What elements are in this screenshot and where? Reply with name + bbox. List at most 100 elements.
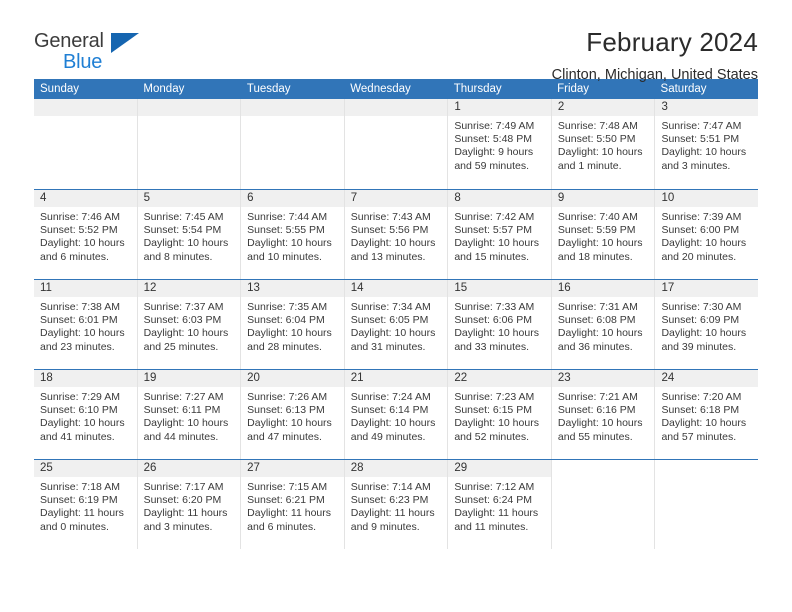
calendar-day-cell[interactable]: 29 Sunrise: 7:12 AM Sunset: 6:24 PM Dayligh… <box>447 460 551 549</box>
day-number: 9 <box>551 190 655 207</box>
calendar-page: General Blue February 2024 Clinton, Mich… <box>0 0 792 612</box>
sunrise-time: Sunrise: 7:31 AM <box>557 301 638 313</box>
sunset-time: Sunset: 6:01 PM <box>40 314 118 327</box>
day-number: 21 <box>344 370 448 387</box>
day-number: 23 <box>551 370 655 387</box>
day-number: 8 <box>448 190 551 207</box>
calendar-weeks: 1 Sunrise: 7:49 AM Sunset: 5:48 PM Daylight… <box>34 99 759 549</box>
daylight-duration-line1: Daylight: 10 hours <box>661 146 747 159</box>
day-details: Sunrise: 7:37 AM Sunset: 6:03 PM Daylight:… <box>138 297 241 354</box>
day-number: 24 <box>655 370 759 387</box>
sunrise-time: Sunrise: 7:38 AM <box>40 301 120 313</box>
day-details: Sunrise: 7:15 AM Sunset: 6:21 PM Daylight:… <box>241 477 344 534</box>
calendar-grid: Sunday Monday Tuesday Wednesday Thursday… <box>34 79 759 549</box>
calendar-day-cell[interactable]: 1 Sunrise: 7:49 AM Sunset: 5:48 PM Daylight… <box>447 99 551 189</box>
day-details: Sunrise: 7:30 AM Sunset: 6:09 PM Daylight:… <box>655 297 758 354</box>
calendar-week-row: 11 Sunrise: 7:38 AM Sunset: 6:01 PM Dayligh… <box>34 279 759 369</box>
daylight-duration-line1: Daylight: 10 hours <box>661 327 747 340</box>
calendar-day-cell[interactable]: 17 Sunrise: 7:30 AM Sunset: 6:09 PM Dayligh… <box>654 280 759 369</box>
sunset-time: Sunset: 6:23 PM <box>350 494 429 507</box>
sunset-time: Sunset: 6:24 PM <box>454 494 532 507</box>
day-details: Sunrise: 7:40 AM Sunset: 5:59 PM Daylight:… <box>552 207 655 264</box>
sunset-time: Sunset: 5:55 PM <box>247 224 325 237</box>
day-details: Sunrise: 7:44 AM Sunset: 5:55 PM Daylight:… <box>241 207 344 264</box>
daylight-duration-line2: and 6 minutes. <box>40 250 109 263</box>
calendar-day-cell[interactable]: 14 Sunrise: 7:34 AM Sunset: 6:05 PM Dayligh… <box>343 280 448 369</box>
daylight-duration-line2: and 3 minutes. <box>143 520 213 533</box>
calendar-day-cell[interactable]: 9 Sunrise: 7:40 AM Sunset: 5:59 PM Daylight… <box>550 190 655 279</box>
calendar-day-cell[interactable]: 27 Sunrise: 7:15 AM Sunset: 6:21 PM Dayligh… <box>240 460 344 549</box>
calendar-day-cell[interactable]: 10 Sunrise: 7:39 AM Sunset: 6:00 PM Dayligh… <box>654 190 759 279</box>
daylight-duration-line2: and 6 minutes. <box>247 520 317 533</box>
day-details: Sunrise: 7:43 AM Sunset: 5:56 PM Daylight:… <box>345 207 448 264</box>
day-number <box>655 460 758 477</box>
calendar-day-cell[interactable]: 12 Sunrise: 7:37 AM Sunset: 6:03 PM Dayligh… <box>136 280 241 369</box>
sunrise-time: Sunrise: 7:44 AM <box>247 211 328 223</box>
calendar-day-cell[interactable]: 16 Sunrise: 7:31 AM Sunset: 6:08 PM Dayligh… <box>550 280 655 369</box>
day-number <box>137 99 241 116</box>
sunset-time: Sunset: 5:52 PM <box>40 224 118 237</box>
day-details: Sunrise: 7:26 AM Sunset: 6:13 PM Daylight:… <box>241 387 344 444</box>
daylight-duration-line1: Daylight: 10 hours <box>247 417 332 430</box>
calendar-day-cell[interactable]: 5 Sunrise: 7:45 AM Sunset: 5:54 PM Daylight… <box>136 190 241 279</box>
day-details: Sunrise: 7:21 AM Sunset: 6:16 PM Daylight:… <box>552 387 655 444</box>
calendar-day-cell[interactable]: 6 Sunrise: 7:44 AM Sunset: 5:55 PM Daylight… <box>240 190 344 279</box>
daylight-duration-line1: Daylight: 10 hours <box>40 327 125 340</box>
calendar-day-cell[interactable]: 25 Sunrise: 7:18 AM Sunset: 6:19 PM Dayligh… <box>34 460 137 549</box>
weekday-header-monday: Monday <box>143 83 185 95</box>
day-number <box>552 460 655 477</box>
calendar-day-cell[interactable]: 23 Sunrise: 7:21 AM Sunset: 6:16 PM Dayligh… <box>550 370 655 459</box>
calendar-day-cell-empty <box>136 99 241 189</box>
sunrise-time: Sunrise: 7:15 AM <box>247 481 328 493</box>
day-number: 28 <box>344 460 448 477</box>
calendar-day-cell[interactable]: 28 Sunrise: 7:14 AM Sunset: 6:23 PM Dayligh… <box>343 460 448 549</box>
daylight-duration-line1: Daylight: 10 hours <box>40 237 125 250</box>
day-number <box>34 99 137 116</box>
sunrise-time: Sunrise: 7:34 AM <box>350 301 431 313</box>
daylight-duration-line2: and 1 minute. <box>557 159 622 172</box>
calendar-week-row: 1 Sunrise: 7:49 AM Sunset: 5:48 PM Daylight… <box>34 99 759 189</box>
daylight-duration-line1: Daylight: 10 hours <box>661 237 747 250</box>
calendar-day-cell[interactable]: 21 Sunrise: 7:24 AM Sunset: 6:14 PM Dayligh… <box>343 370 448 459</box>
daylight-duration-line2: and 11 minutes. <box>454 520 529 533</box>
day-number: 15 <box>448 280 551 297</box>
calendar-week-row: 4 Sunrise: 7:46 AM Sunset: 5:52 PM Daylight… <box>34 189 759 279</box>
sunset-time: Sunset: 5:56 PM <box>350 224 429 237</box>
calendar-day-cell[interactable]: 22 Sunrise: 7:23 AM Sunset: 6:15 PM Dayligh… <box>447 370 551 459</box>
calendar-day-cell[interactable]: 4 Sunrise: 7:46 AM Sunset: 5:52 PM Daylight… <box>34 190 137 279</box>
calendar-day-cell[interactable]: 24 Sunrise: 7:20 AM Sunset: 6:18 PM Dayligh… <box>654 370 759 459</box>
calendar-day-cell[interactable]: 13 Sunrise: 7:35 AM Sunset: 6:04 PM Dayligh… <box>240 280 344 369</box>
calendar-day-cell[interactable]: 11 Sunrise: 7:38 AM Sunset: 6:01 PM Dayligh… <box>34 280 137 369</box>
daylight-duration-line2: and 36 minutes. <box>557 340 633 353</box>
calendar-day-cell[interactable]: 26 Sunrise: 7:17 AM Sunset: 6:20 PM Dayligh… <box>136 460 241 549</box>
sunrise-time: Sunrise: 7:20 AM <box>661 391 742 403</box>
daylight-duration-line2: and 44 minutes. <box>143 430 219 443</box>
calendar-week-row: 18 Sunrise: 7:29 AM Sunset: 6:10 PM Dayligh… <box>34 369 759 459</box>
daylight-duration-line2: and 10 minutes. <box>247 250 322 263</box>
calendar-day-cell[interactable]: 15 Sunrise: 7:33 AM Sunset: 6:06 PM Dayligh… <box>447 280 551 369</box>
calendar-day-cell[interactable]: 2 Sunrise: 7:48 AM Sunset: 5:50 PM Daylight… <box>550 99 655 189</box>
daylight-duration-line2: and 28 minutes. <box>247 340 322 353</box>
logo-triangle-icon <box>111 33 139 53</box>
day-details: Sunrise: 7:38 AM Sunset: 6:01 PM Daylight:… <box>34 297 137 354</box>
calendar-day-cell[interactable]: 20 Sunrise: 7:26 AM Sunset: 6:13 PM Dayligh… <box>240 370 344 459</box>
day-details: Sunrise: 7:20 AM Sunset: 6:18 PM Daylight:… <box>655 387 758 444</box>
calendar-day-cell[interactable]: 18 Sunrise: 7:29 AM Sunset: 6:10 PM Dayligh… <box>34 370 137 459</box>
calendar-day-cell[interactable]: 3 Sunrise: 7:47 AM Sunset: 5:51 PM Daylight… <box>654 99 759 189</box>
day-details: Sunrise: 7:24 AM Sunset: 6:14 PM Daylight:… <box>345 387 448 444</box>
daylight-duration-line2: and 23 minutes. <box>40 340 115 353</box>
day-details: Sunrise: 7:42 AM Sunset: 5:57 PM Daylight:… <box>448 207 551 264</box>
sunrise-time: Sunrise: 7:48 AM <box>557 120 638 132</box>
calendar-day-cell[interactable]: 7 Sunrise: 7:43 AM Sunset: 5:56 PM Daylight… <box>343 190 448 279</box>
sunrise-time: Sunrise: 7:45 AM <box>143 211 224 223</box>
day-details: Sunrise: 7:49 AM Sunset: 5:48 PM Daylight:… <box>448 116 551 173</box>
sunrise-time: Sunrise: 7:23 AM <box>454 391 535 403</box>
calendar-day-cell[interactable]: 8 Sunrise: 7:42 AM Sunset: 5:57 PM Daylight… <box>447 190 551 279</box>
day-details: Sunrise: 7:34 AM Sunset: 6:05 PM Daylight:… <box>345 297 448 354</box>
calendar-day-cell[interactable]: 19 Sunrise: 7:27 AM Sunset: 6:11 PM Dayligh… <box>136 370 241 459</box>
day-number: 20 <box>241 370 344 387</box>
day-details: Sunrise: 7:47 AM Sunset: 5:51 PM Daylight:… <box>655 116 758 173</box>
sunrise-time: Sunrise: 7:49 AM <box>454 120 535 132</box>
daylight-duration-line1: Daylight: 10 hours <box>454 327 539 340</box>
daylight-duration-line2: and 31 minutes. <box>350 340 426 353</box>
